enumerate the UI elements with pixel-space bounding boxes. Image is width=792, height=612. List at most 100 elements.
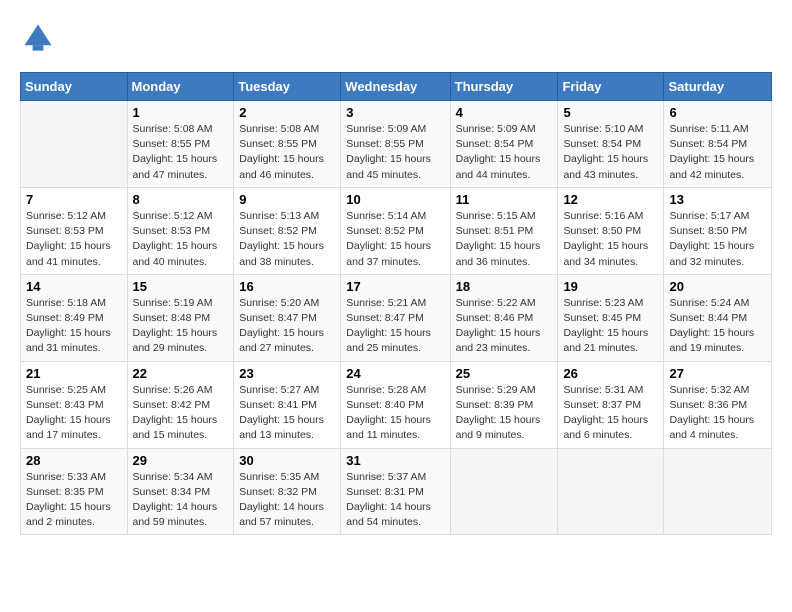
calendar-cell: 22 Sunrise: 5:26 AMSunset: 8:42 PMDayligh…	[127, 361, 234, 448]
day-info: Sunrise: 5:17 AMSunset: 8:50 PMDaylight:…	[669, 209, 766, 270]
calendar-cell	[558, 448, 664, 535]
day-number: 5	[563, 105, 658, 120]
day-info: Sunrise: 5:15 AMSunset: 8:51 PMDaylight:…	[456, 209, 553, 270]
day-info: Sunrise: 5:27 AMSunset: 8:41 PMDaylight:…	[239, 383, 335, 444]
day-number: 6	[669, 105, 766, 120]
day-number: 17	[346, 279, 444, 294]
day-number: 14	[26, 279, 122, 294]
calendar-cell: 8 Sunrise: 5:12 AMSunset: 8:53 PMDaylight…	[127, 187, 234, 274]
calendar-cell	[450, 448, 558, 535]
day-number: 13	[669, 192, 766, 207]
calendar-cell: 20 Sunrise: 5:24 AMSunset: 8:44 PMDayligh…	[664, 274, 772, 361]
calendar-cell: 14Sunrise: 5:18 AMSunset: 8:49 PMDayligh…	[21, 274, 128, 361]
calendar-cell: 25Sunrise: 5:29 AMSunset: 8:39 PMDayligh…	[450, 361, 558, 448]
day-info: Sunrise: 5:11 AMSunset: 8:54 PMDaylight:…	[669, 122, 766, 183]
calendar-cell: 2Sunrise: 5:08 AMSunset: 8:55 PMDaylight…	[234, 101, 341, 188]
day-info: Sunrise: 5:12 AMSunset: 8:53 PMDaylight:…	[133, 209, 229, 270]
day-info: Sunrise: 5:32 AMSunset: 8:36 PMDaylight:…	[669, 383, 766, 444]
day-number: 24	[346, 366, 444, 381]
day-info: Sunrise: 5:25 AMSunset: 8:43 PMDaylight:…	[26, 383, 122, 444]
day-info: Sunrise: 5:22 AMSunset: 8:46 PMDaylight:…	[456, 296, 553, 357]
day-info: Sunrise: 5:20 AMSunset: 8:47 PMDaylight:…	[239, 296, 335, 357]
day-info: Sunrise: 5:19 AMSunset: 8:48 PMDaylight:…	[133, 296, 229, 357]
calendar-week-row: 14Sunrise: 5:18 AMSunset: 8:49 PMDayligh…	[21, 274, 772, 361]
calendar-cell: 5 Sunrise: 5:10 AMSunset: 8:54 PMDaylight…	[558, 101, 664, 188]
calendar-cell: 23 Sunrise: 5:27 AMSunset: 8:41 PMDayligh…	[234, 361, 341, 448]
calendar-cell: 10 Sunrise: 5:14 AMSunset: 8:52 PMDayligh…	[341, 187, 450, 274]
day-number: 10	[346, 192, 444, 207]
calendar-week-row: 7Sunrise: 5:12 AMSunset: 8:53 PMDaylight…	[21, 187, 772, 274]
calendar-cell: 29 Sunrise: 5:34 AMSunset: 8:34 PMDayligh…	[127, 448, 234, 535]
calendar-table: SundayMondayTuesdayWednesdayThursdayFrid…	[20, 72, 772, 535]
day-number: 22	[133, 366, 229, 381]
calendar-cell: 12 Sunrise: 5:16 AMSunset: 8:50 PMDayligh…	[558, 187, 664, 274]
weekday-header: Sunday	[21, 73, 128, 101]
calendar-week-row: 1 Sunrise: 5:08 AMSunset: 8:55 PMDaylight…	[21, 101, 772, 188]
weekday-header: Friday	[558, 73, 664, 101]
day-info: Sunrise: 5:14 AMSunset: 8:52 PMDaylight:…	[346, 209, 444, 270]
logo-icon	[20, 20, 56, 56]
day-number: 23	[239, 366, 335, 381]
calendar-cell: 3Sunrise: 5:09 AMSunset: 8:55 PMDaylight…	[341, 101, 450, 188]
day-info: Sunrise: 5:23 AMSunset: 8:45 PMDaylight:…	[563, 296, 658, 357]
calendar-cell: 28 Sunrise: 5:33 AMSunset: 8:35 PMDayligh…	[21, 448, 128, 535]
calendar-cell: 18 Sunrise: 5:22 AMSunset: 8:46 PMDayligh…	[450, 274, 558, 361]
day-number: 29	[133, 453, 229, 468]
day-info: Sunrise: 5:26 AMSunset: 8:42 PMDaylight:…	[133, 383, 229, 444]
day-number: 16	[239, 279, 335, 294]
day-number: 25	[456, 366, 553, 381]
day-info: Sunrise: 5:28 AMSunset: 8:40 PMDaylight:…	[346, 383, 444, 444]
calendar-week-row: 21 Sunrise: 5:25 AMSunset: 8:43 PMDayligh…	[21, 361, 772, 448]
calendar-cell: 11Sunrise: 5:15 AMSunset: 8:51 PMDayligh…	[450, 187, 558, 274]
calendar-cell: 31 Sunrise: 5:37 AMSunset: 8:31 PMDayligh…	[341, 448, 450, 535]
day-number: 19	[563, 279, 658, 294]
day-number: 30	[239, 453, 335, 468]
page-header	[20, 20, 772, 56]
day-number: 2	[239, 105, 335, 120]
calendar-cell: 6 Sunrise: 5:11 AMSunset: 8:54 PMDaylight…	[664, 101, 772, 188]
day-info: Sunrise: 5:24 AMSunset: 8:44 PMDaylight:…	[669, 296, 766, 357]
day-info: Sunrise: 5:13 AMSunset: 8:52 PMDaylight:…	[239, 209, 335, 270]
day-number: 9	[239, 192, 335, 207]
calendar-cell: 1 Sunrise: 5:08 AMSunset: 8:55 PMDaylight…	[127, 101, 234, 188]
day-info: Sunrise: 5:34 AMSunset: 8:34 PMDaylight:…	[133, 470, 229, 531]
day-number: 20	[669, 279, 766, 294]
day-number: 1	[133, 105, 229, 120]
calendar-cell	[21, 101, 128, 188]
logo	[20, 20, 60, 56]
calendar-cell: 17 Sunrise: 5:21 AMSunset: 8:47 PMDayligh…	[341, 274, 450, 361]
day-number: 15	[133, 279, 229, 294]
calendar-cell: 9 Sunrise: 5:13 AMSunset: 8:52 PMDaylight…	[234, 187, 341, 274]
calendar-cell: 4 Sunrise: 5:09 AMSunset: 8:54 PMDaylight…	[450, 101, 558, 188]
day-number: 26	[563, 366, 658, 381]
day-number: 3	[346, 105, 444, 120]
weekday-header-row: SundayMondayTuesdayWednesdayThursdayFrid…	[21, 73, 772, 101]
weekday-header: Monday	[127, 73, 234, 101]
calendar-cell: 27Sunrise: 5:32 AMSunset: 8:36 PMDayligh…	[664, 361, 772, 448]
calendar-cell: 19 Sunrise: 5:23 AMSunset: 8:45 PMDayligh…	[558, 274, 664, 361]
weekday-header: Thursday	[450, 73, 558, 101]
day-number: 4	[456, 105, 553, 120]
day-info: Sunrise: 5:37 AMSunset: 8:31 PMDaylight:…	[346, 470, 444, 531]
calendar-cell	[664, 448, 772, 535]
day-number: 8	[133, 192, 229, 207]
day-info: Sunrise: 5:16 AMSunset: 8:50 PMDaylight:…	[563, 209, 658, 270]
day-number: 31	[346, 453, 444, 468]
day-info: Sunrise: 5:10 AMSunset: 8:54 PMDaylight:…	[563, 122, 658, 183]
calendar-cell: 13 Sunrise: 5:17 AMSunset: 8:50 PMDayligh…	[664, 187, 772, 274]
day-number: 12	[563, 192, 658, 207]
calendar-cell: 15 Sunrise: 5:19 AMSunset: 8:48 PMDayligh…	[127, 274, 234, 361]
calendar-cell: 26Sunrise: 5:31 AMSunset: 8:37 PMDayligh…	[558, 361, 664, 448]
calendar-cell: 7Sunrise: 5:12 AMSunset: 8:53 PMDaylight…	[21, 187, 128, 274]
calendar-week-row: 28 Sunrise: 5:33 AMSunset: 8:35 PMDayligh…	[21, 448, 772, 535]
calendar-cell: 24 Sunrise: 5:28 AMSunset: 8:40 PMDayligh…	[341, 361, 450, 448]
day-info: Sunrise: 5:08 AMSunset: 8:55 PMDaylight:…	[133, 122, 229, 183]
day-number: 21	[26, 366, 122, 381]
day-info: Sunrise: 5:33 AMSunset: 8:35 PMDaylight:…	[26, 470, 122, 531]
day-info: Sunrise: 5:21 AMSunset: 8:47 PMDaylight:…	[346, 296, 444, 357]
day-number: 18	[456, 279, 553, 294]
day-number: 28	[26, 453, 122, 468]
calendar-cell: 30Sunrise: 5:35 AMSunset: 8:32 PMDayligh…	[234, 448, 341, 535]
day-info: Sunrise: 5:09 AMSunset: 8:54 PMDaylight:…	[456, 122, 553, 183]
calendar-cell: 21 Sunrise: 5:25 AMSunset: 8:43 PMDayligh…	[21, 361, 128, 448]
